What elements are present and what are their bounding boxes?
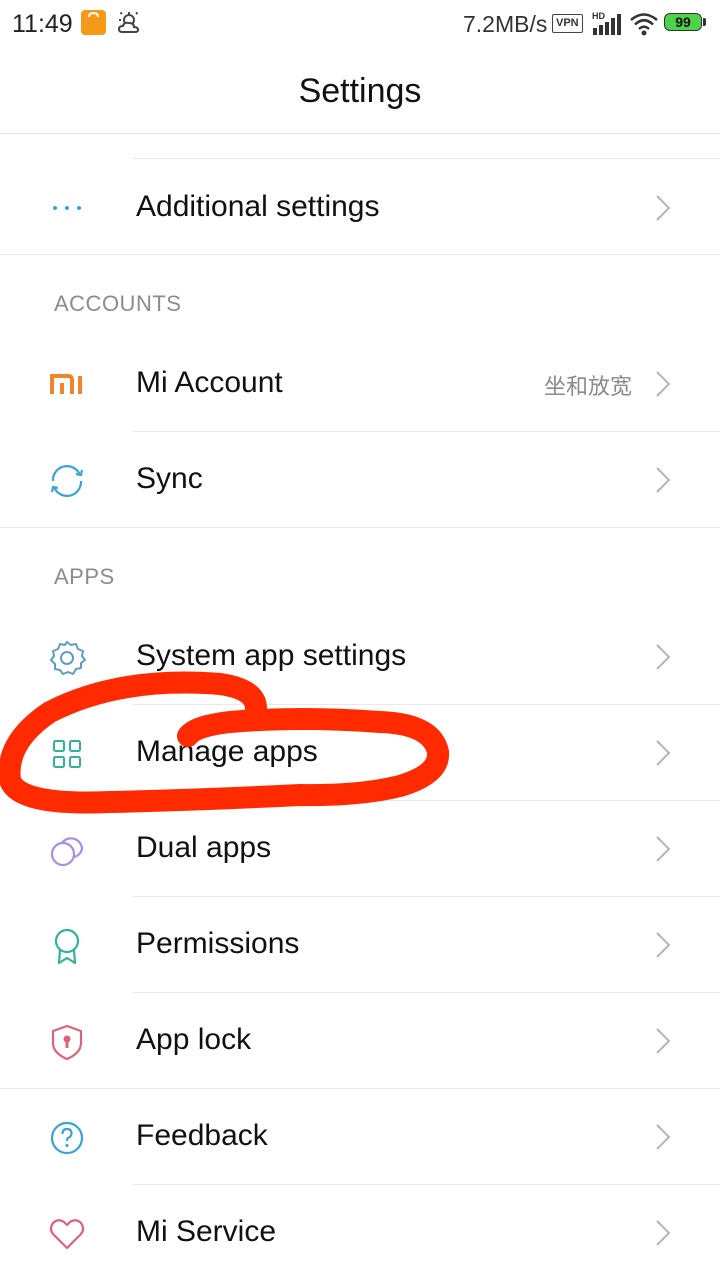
app-header: Settings xyxy=(0,50,720,134)
svg-text:HD: HD xyxy=(592,11,605,21)
section-divider xyxy=(0,254,720,255)
divider xyxy=(133,158,720,159)
shield-lock-icon xyxy=(48,1023,86,1061)
settings-screen: 11:49 7.2MB/s VPN HD 99 Settings Additio… xyxy=(0,0,720,1280)
vpn-badge: VPN xyxy=(552,14,583,33)
item-label: Mi Service xyxy=(136,1215,277,1248)
section-divider xyxy=(0,527,720,528)
settings-item-sync[interactable]: Sync xyxy=(0,432,720,528)
sync-icon xyxy=(48,462,86,500)
item-label: Permissions xyxy=(136,927,300,960)
account-name-value: 坐和放宽 xyxy=(543,374,632,399)
settings-item-additional[interactable]: Additional settings xyxy=(0,160,720,256)
settings-item-mi-service[interactable]: Mi Service xyxy=(0,1185,720,1280)
chevron-right-icon xyxy=(653,1218,673,1248)
settings-item-app-lock[interactable]: App lock xyxy=(0,993,720,1089)
item-label: App lock xyxy=(136,1023,252,1056)
chevron-right-icon xyxy=(653,1122,673,1152)
network-speed: 7.2MB/s xyxy=(463,11,548,37)
dual-circles-icon xyxy=(48,831,86,869)
chevron-right-icon xyxy=(653,930,673,960)
chevron-right-icon xyxy=(653,193,673,223)
item-label: Manage apps xyxy=(136,735,318,768)
item-label: System app settings xyxy=(136,639,407,672)
hd-signal-icon: HD xyxy=(591,10,623,36)
wifi-icon xyxy=(629,12,659,36)
settings-item-permissions[interactable]: Permissions xyxy=(0,897,720,993)
help-circle-icon xyxy=(48,1119,86,1157)
gear-icon xyxy=(48,639,86,677)
settings-item-system-app-settings[interactable]: System app settings xyxy=(0,609,720,705)
item-label: Sync xyxy=(136,462,203,495)
settings-item-mi-account[interactable]: Mi Account 坐和放宽 xyxy=(0,336,720,432)
item-label: Mi Account xyxy=(136,366,283,399)
settings-item-feedback[interactable]: Feedback xyxy=(0,1089,720,1185)
chevron-right-icon xyxy=(653,738,673,768)
chevron-right-icon xyxy=(653,642,673,672)
heart-icon xyxy=(48,1215,86,1253)
settings-item-manage-apps[interactable]: Manage apps xyxy=(0,705,720,801)
status-bar: 11:49 7.2MB/s VPN HD 99 xyxy=(0,0,720,50)
more-dots-icon xyxy=(48,190,86,228)
chevron-right-icon xyxy=(653,465,673,495)
settings-item-dual-apps[interactable]: Dual apps xyxy=(0,801,720,897)
weather-icon xyxy=(116,10,144,38)
ribbon-badge-icon xyxy=(48,927,86,965)
item-label: Feedback xyxy=(136,1119,268,1152)
grid-apps-icon xyxy=(48,735,86,773)
page-title: Settings xyxy=(298,72,422,110)
mi-logo-icon xyxy=(48,366,86,404)
status-time: 11:49 xyxy=(12,10,73,38)
shopping-bag-icon xyxy=(81,10,106,35)
chevron-right-icon xyxy=(653,369,673,399)
section-title-apps: APPS xyxy=(54,564,115,589)
chevron-right-icon xyxy=(653,834,673,864)
battery-level: 99 xyxy=(675,14,691,30)
battery-icon: 99 xyxy=(664,13,708,33)
item-label: Additional settings xyxy=(136,190,380,223)
chevron-right-icon xyxy=(653,1026,673,1056)
item-label: Dual apps xyxy=(136,831,272,864)
section-title-accounts: ACCOUNTS xyxy=(54,291,182,316)
